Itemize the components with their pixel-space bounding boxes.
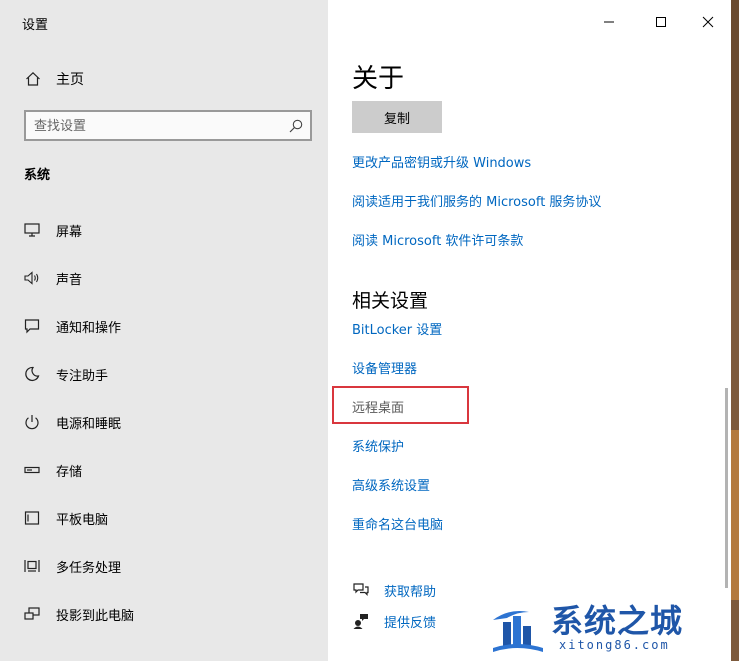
speaker-icon xyxy=(22,268,42,288)
sidebar-item-focus-assist[interactable]: 专注助手 xyxy=(22,362,108,386)
storage-icon xyxy=(22,460,42,480)
sidebar-item-power-sleep[interactable]: 电源和睡眠 xyxy=(22,410,121,434)
feedback-icon xyxy=(352,612,370,630)
multitask-icon xyxy=(22,556,42,576)
help-label: 获取帮助 xyxy=(384,584,437,600)
device-manager-link[interactable]: 设备管理器 xyxy=(352,358,417,377)
rename-pc-link[interactable]: 重命名这台电脑 xyxy=(352,514,443,533)
watermark-subtitle: xitong86.com xyxy=(559,638,670,652)
project-icon xyxy=(22,604,42,624)
sidebar-item-storage[interactable]: 存储 xyxy=(22,458,82,482)
main-content: 关于 复制 更改产品密钥或升级 Windows 阅读适用于我们服务的 Micro… xyxy=(328,0,731,661)
sidebar-item-notifications[interactable]: 通知和操作 xyxy=(22,314,121,338)
services-agreement-link[interactable]: 阅读适用于我们服务的 Microsoft 服务协议 xyxy=(352,191,601,210)
search-icon[interactable] xyxy=(288,118,304,134)
sidebar-item-tablet[interactable]: 平板电脑 xyxy=(22,506,108,530)
sidebar-item-project[interactable]: 投影到此电脑 xyxy=(22,602,134,626)
section-label-system: 系统 xyxy=(24,168,51,183)
sidebar-item-label: 存储 xyxy=(56,464,83,480)
watermark: 系统之城 xitong86.com xyxy=(479,592,731,661)
maximize-icon xyxy=(655,13,667,32)
power-icon xyxy=(22,412,42,432)
message-icon xyxy=(22,316,42,336)
sidebar-item-label: 平板电脑 xyxy=(56,512,109,528)
sidebar: 设置 主页 系统 屏幕 声音 xyxy=(0,0,328,661)
sidebar-item-label: 专注助手 xyxy=(56,368,109,384)
copy-button[interactable]: 复制 xyxy=(352,101,442,133)
watermark-title: 系统之城 xyxy=(551,602,684,640)
page-title: 关于 xyxy=(352,64,405,94)
moon-icon xyxy=(22,364,42,384)
get-help-link[interactable]: 获取帮助 xyxy=(352,579,436,601)
bitlocker-settings-link[interactable]: BitLocker 设置 xyxy=(352,319,442,338)
tablet-icon xyxy=(22,508,42,528)
monitor-icon xyxy=(22,220,42,240)
sidebar-item-label: 电源和睡眠 xyxy=(56,416,122,432)
minimize-icon xyxy=(603,13,615,32)
home-icon xyxy=(24,70,42,88)
minimize-button[interactable] xyxy=(594,8,624,36)
license-terms-link[interactable]: 阅读 Microsoft 软件许可条款 xyxy=(352,230,523,249)
sidebar-item-label: 通知和操作 xyxy=(56,320,122,336)
scrollbar[interactable] xyxy=(725,388,728,588)
give-feedback-link[interactable]: 提供反馈 xyxy=(352,610,436,632)
highlight-box xyxy=(332,386,469,424)
settings-window: 设置 主页 系统 屏幕 声音 xyxy=(0,0,731,661)
feedback-label: 提供反馈 xyxy=(384,615,437,631)
related-settings-heading: 相关设置 xyxy=(352,290,429,312)
sidebar-item-display[interactable]: 屏幕 xyxy=(22,218,82,242)
window-title: 设置 xyxy=(22,18,49,33)
advanced-system-settings-link[interactable]: 高级系统设置 xyxy=(352,475,430,494)
change-product-key-link[interactable]: 更改产品密钥或升级 Windows xyxy=(352,152,531,171)
sidebar-item-label: 屏幕 xyxy=(56,224,83,240)
close-button[interactable] xyxy=(693,8,723,36)
watermark-logo-icon xyxy=(489,598,547,660)
sidebar-item-label: 投影到此电脑 xyxy=(56,608,135,624)
sidebar-item-multitasking[interactable]: 多任务处理 xyxy=(22,554,121,578)
system-protection-link[interactable]: 系统保护 xyxy=(352,436,404,455)
home-label: 主页 xyxy=(56,72,84,88)
close-icon xyxy=(702,13,714,32)
search-input[interactable] xyxy=(34,116,274,136)
help-chat-icon xyxy=(352,581,370,599)
search-box[interactable] xyxy=(24,110,312,141)
sidebar-item-sound[interactable]: 声音 xyxy=(22,266,82,290)
desktop-background-strip xyxy=(731,0,739,661)
sidebar-item-label: 声音 xyxy=(56,272,83,288)
home-nav-item[interactable]: 主页 xyxy=(24,68,84,90)
maximize-button[interactable] xyxy=(646,8,676,36)
sidebar-item-label: 多任务处理 xyxy=(56,560,122,576)
